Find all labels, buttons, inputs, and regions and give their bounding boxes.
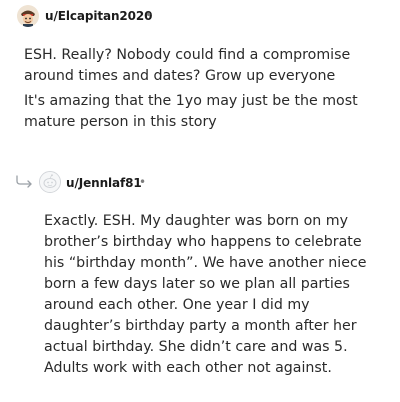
meta-separator: • bbox=[145, 8, 153, 22]
meta-separator: • bbox=[139, 175, 147, 189]
reply-arrow-icon bbox=[16, 175, 32, 188]
user-avatar[interactable] bbox=[17, 5, 39, 27]
comment-author[interactable]: u/Elcapitan2020 bbox=[45, 9, 153, 23]
comment-author[interactable]: u/Jennlaf81 bbox=[66, 176, 142, 190]
comment-paragraph: Exactly. ESH. My daughter was born on my… bbox=[44, 213, 367, 376]
user-avatar[interactable] bbox=[39, 171, 61, 193]
comment-paragraph: It's amazing that the 1yo may just be th… bbox=[24, 93, 358, 130]
comment-paragraph: ESH. Really? Nobody could find a comprom… bbox=[24, 47, 351, 84]
default-snoo-avatar-icon bbox=[40, 172, 60, 192]
cartoon-avatar-icon bbox=[17, 5, 39, 27]
